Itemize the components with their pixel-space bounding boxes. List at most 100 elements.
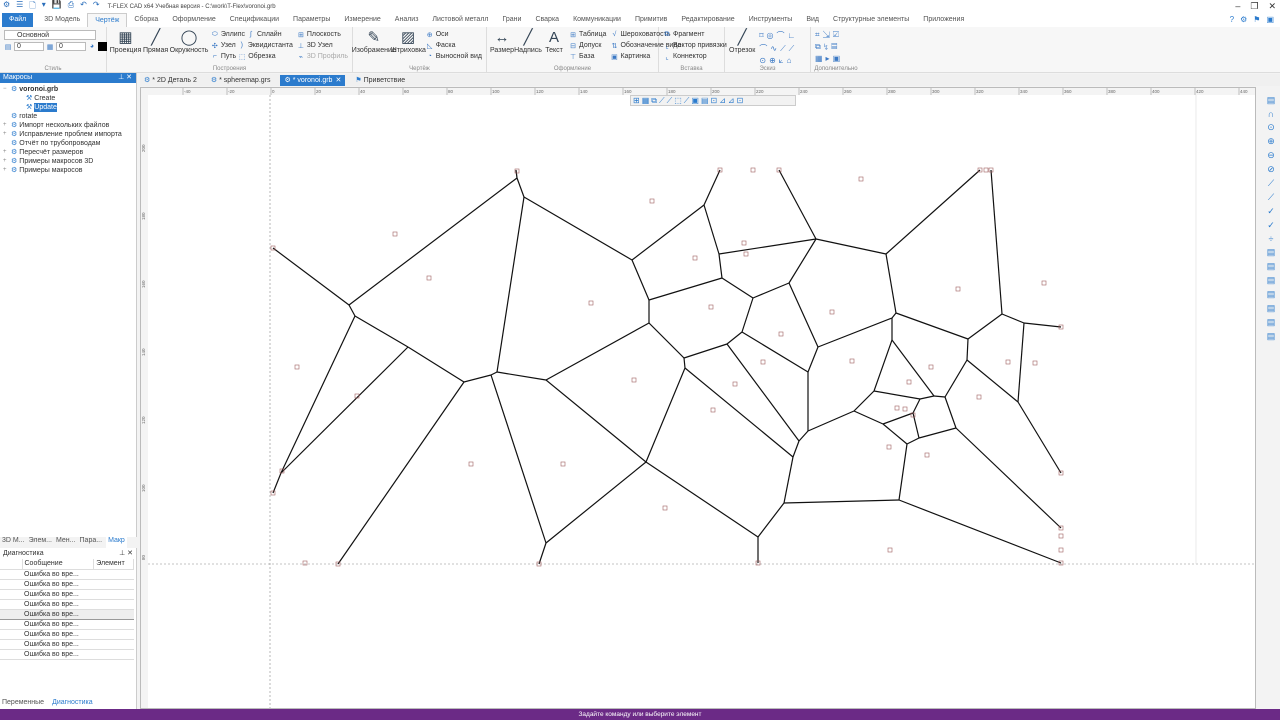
voronoi-edge[interactable] bbox=[726, 343, 800, 442]
seed-point[interactable] bbox=[743, 251, 749, 257]
tab-1[interactable]: 3D Модель bbox=[37, 13, 87, 27]
pin-close-icons[interactable]: ⊥ ✕ bbox=[118, 73, 132, 83]
connector-button[interactable]: ⌞ Коннектор bbox=[663, 52, 727, 61]
voronoi-edge[interactable] bbox=[280, 315, 356, 474]
seed-point[interactable] bbox=[906, 379, 912, 385]
seed-point[interactable] bbox=[1005, 359, 1011, 365]
seed-point[interactable] bbox=[392, 231, 398, 237]
voronoi-edge[interactable] bbox=[280, 346, 409, 474]
restore-button[interactable]: ❐ bbox=[1250, 1, 1258, 12]
macro-item[interactable]: − ⚙ voronoi.grb bbox=[0, 85, 136, 94]
view-tool-icon[interactable]: ▤ bbox=[1267, 331, 1276, 342]
tool-icon[interactable]: ⊡ bbox=[711, 96, 718, 105]
path-button[interactable]: ⌐ Путь ⬚ Обрезка bbox=[211, 52, 293, 61]
tool-icon[interactable]: ⊿ bbox=[719, 96, 726, 105]
expand-icon[interactable]: + bbox=[3, 166, 9, 175]
voronoi-edge[interactable] bbox=[631, 204, 705, 261]
expand-icon[interactable]: + bbox=[3, 157, 9, 166]
voronoi-edge[interactable] bbox=[906, 437, 920, 445]
table-row[interactable]: Ошибка во вре... bbox=[0, 629, 134, 640]
seed-point[interactable] bbox=[662, 505, 668, 511]
tool-icon[interactable]: ⟋ bbox=[659, 96, 665, 106]
voronoi-edge[interactable] bbox=[885, 169, 981, 255]
table-row[interactable]: Ошибка во вре... bbox=[0, 569, 134, 580]
seed-point[interactable] bbox=[829, 309, 835, 315]
expand-icon[interactable]: − bbox=[3, 85, 9, 94]
menu-icon[interactable]: ☰ bbox=[16, 0, 23, 14]
chamfer-button[interactable]: ◺ Фаска bbox=[426, 41, 482, 50]
table-button[interactable]: ⊞ Таблица bbox=[569, 30, 606, 39]
voronoi-edge[interactable] bbox=[873, 339, 893, 392]
extra-icon-row3[interactable]: ▦▸▣ bbox=[815, 54, 843, 63]
voronoi-edge[interactable] bbox=[798, 430, 809, 442]
voronoi-edge[interactable] bbox=[683, 357, 686, 369]
view-tool-icon[interactable]: ▤ bbox=[1267, 289, 1276, 300]
seed-point[interactable] bbox=[468, 461, 474, 467]
voronoi-edge[interactable] bbox=[882, 412, 914, 425]
macro-item[interactable]: + ⚙ Исправление проблем импорта bbox=[0, 130, 136, 139]
macro-item[interactable]: + ⚙ Примеры макросов 3D bbox=[0, 157, 136, 166]
seed-point[interactable] bbox=[1032, 360, 1038, 366]
color-icon[interactable]: ◕ bbox=[88, 43, 96, 50]
seed-point[interactable] bbox=[983, 167, 989, 173]
minimize-button[interactable]: – bbox=[1235, 1, 1240, 12]
seed-point[interactable] bbox=[1058, 533, 1064, 539]
macro-item[interactable]: + ⚙ Пересчёт размеров bbox=[0, 148, 136, 157]
profile3d-button[interactable]: ⌁ 3D Профиль bbox=[297, 52, 348, 61]
document-tab[interactable]: ⚙ * voronoi.grb ✕ bbox=[280, 74, 346, 86]
seed-point[interactable] bbox=[955, 286, 961, 292]
voronoi-edge[interactable] bbox=[721, 277, 754, 299]
seed-point[interactable] bbox=[692, 255, 698, 261]
voronoi-edge[interactable] bbox=[272, 472, 282, 494]
macro-item[interactable]: ⚙ Отчёт по трубопроводам bbox=[0, 139, 136, 148]
plane-button[interactable]: ⊞ Плоскость bbox=[297, 30, 348, 39]
open-icon[interactable]: ▾ bbox=[42, 0, 46, 14]
tool-icon[interactable]: ⊞ bbox=[633, 96, 640, 105]
datum-button[interactable]: ⊤ База bbox=[569, 52, 606, 61]
panel-tab[interactable]: Макр bbox=[106, 537, 127, 548]
voronoi-edge[interactable] bbox=[778, 169, 817, 240]
voronoi-edge[interactable] bbox=[272, 247, 350, 306]
voronoi-edge[interactable] bbox=[955, 427, 1062, 529]
tab-2[interactable]: Чертёж bbox=[87, 13, 128, 27]
tool-icon[interactable]: ⟋ bbox=[684, 96, 690, 106]
spin-2[interactable]: 0 bbox=[56, 42, 86, 51]
flag-icon[interactable]: ⚑ bbox=[1253, 15, 1260, 24]
tab-4[interactable]: Оформление bbox=[165, 13, 222, 27]
expand-icon[interactable]: + bbox=[3, 148, 9, 157]
axes-button[interactable]: ⊕ Оси bbox=[426, 30, 482, 39]
voronoi-edge[interactable] bbox=[817, 317, 893, 348]
layer-select[interactable]: Основной bbox=[4, 30, 96, 40]
seed-point[interactable] bbox=[858, 176, 864, 182]
voronoi-edge[interactable] bbox=[496, 196, 525, 373]
voronoi-edge[interactable] bbox=[966, 359, 1019, 403]
voronoi-edge[interactable] bbox=[726, 331, 743, 345]
voronoi-edge[interactable] bbox=[683, 343, 728, 359]
voronoi-edge[interactable] bbox=[807, 410, 855, 432]
tab-8[interactable]: Анализ bbox=[388, 13, 426, 27]
view-tool-icon[interactable]: ▤ bbox=[1267, 303, 1276, 314]
color-swatch[interactable] bbox=[98, 42, 107, 51]
tab-12[interactable]: Коммуникации bbox=[566, 13, 628, 27]
seed-point[interactable] bbox=[887, 547, 893, 553]
table-row[interactable]: Ошибка во вре... bbox=[0, 579, 134, 590]
print-icon[interactable]: ⎙ bbox=[68, 0, 74, 14]
ellipse-button[interactable]: ⬭ Эллипс ∫ Сплайн bbox=[211, 30, 293, 39]
voronoi-edge[interactable] bbox=[490, 374, 547, 544]
circle-center-icon[interactable]: ⊙⊕⟀⌂ bbox=[759, 56, 798, 66]
app-logo-icon[interactable]: ⚙ bbox=[3, 0, 10, 14]
view-tool-icon[interactable]: ⊘ bbox=[1267, 164, 1275, 175]
voronoi-edge[interactable] bbox=[645, 461, 759, 538]
view-tool-icon[interactable]: ⊙ bbox=[1267, 122, 1275, 133]
view-tool-icon[interactable]: ▤ bbox=[1267, 261, 1276, 272]
voronoi-edge[interactable] bbox=[757, 502, 785, 538]
macro-item[interactable]: ⚒ Update bbox=[0, 103, 136, 112]
panel-tab[interactable]: Пара... bbox=[80, 537, 103, 548]
help-icon[interactable]: ? bbox=[1230, 15, 1234, 24]
seed-point[interactable] bbox=[588, 300, 594, 306]
voronoi-edge[interactable] bbox=[895, 312, 969, 340]
voronoi-edge[interactable] bbox=[631, 259, 650, 301]
voronoi-edge[interactable] bbox=[515, 169, 518, 179]
voronoi-edge[interactable] bbox=[1017, 322, 1025, 403]
redo-icon[interactable]: ↷ bbox=[93, 0, 100, 14]
